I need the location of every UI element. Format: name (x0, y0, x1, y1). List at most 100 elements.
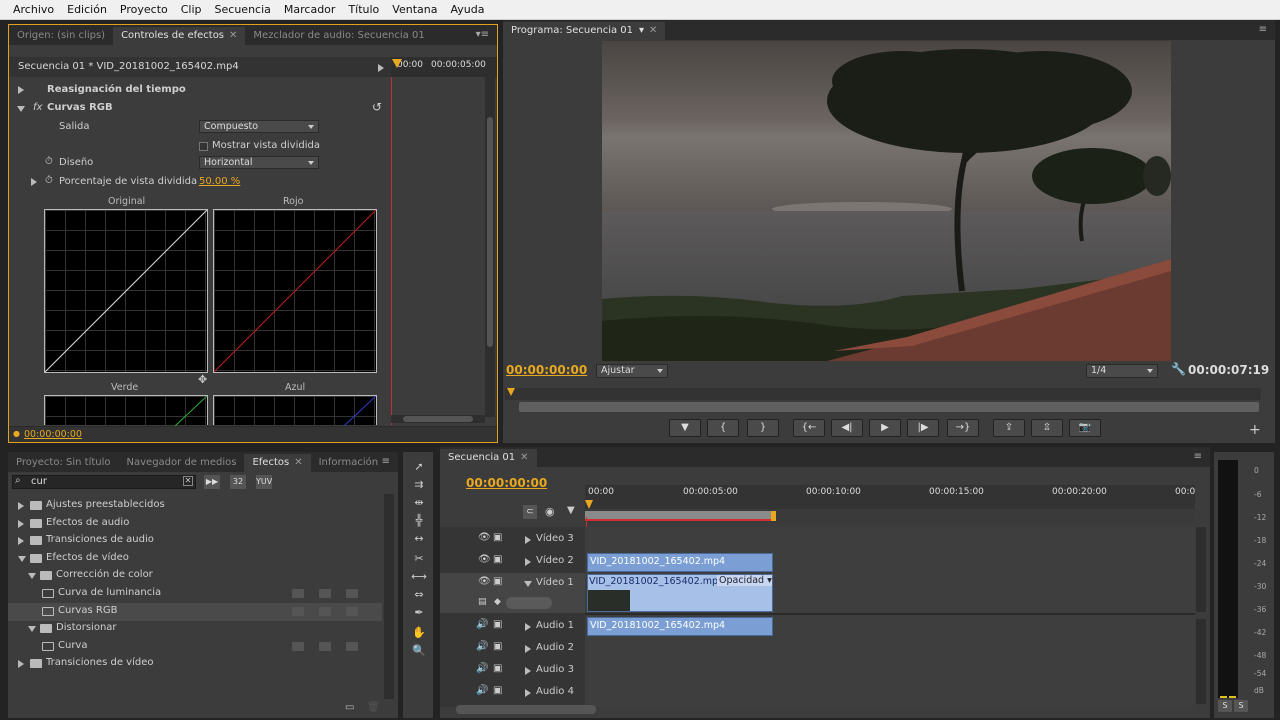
timeline-playhead-icon[interactable] (585, 500, 593, 509)
menu-secuencia[interactable]: Secuencia (215, 3, 271, 16)
tab-sequence[interactable]: Secuencia 01 ✕ (440, 449, 537, 467)
work-area-track[interactable] (585, 509, 1195, 523)
go-to-out-button[interactable]: →} (947, 419, 979, 437)
menu-ventana[interactable]: Ventana (392, 3, 437, 16)
tab-effect-controls[interactable]: Controles de efectos ✕ (113, 27, 246, 45)
speaker-icon[interactable]: 🔊 (476, 663, 488, 674)
mark-out-button[interactable]: } (747, 419, 779, 437)
delete-icon[interactable]: 🗑 (367, 702, 380, 713)
wave-icon[interactable]: ▣ (493, 663, 502, 674)
expand-arrow-icon[interactable] (18, 502, 24, 510)
tree-item[interactable]: Curva de luminancia (8, 585, 382, 603)
keyframe-nav-icon[interactable]: ◆ (494, 597, 501, 607)
eye-icon[interactable]: 👁 (478, 554, 491, 565)
rolling-edit-tool-icon[interactable]: ╬ (407, 514, 431, 530)
ec-ruler[interactable]: 00:00 00:00:05:00 (391, 57, 497, 77)
track-select-tool-icon[interactable]: ⇉ (407, 478, 431, 494)
film-icon[interactable]: ▣ (493, 576, 502, 587)
tree-item[interactable]: Corrección de color (8, 567, 382, 585)
menu-titulo[interactable]: Título (348, 3, 379, 16)
add-button-icon[interactable]: + (1249, 422, 1261, 438)
time-remap-row[interactable]: Reasignación del tiempo (9, 83, 391, 101)
go-to-in-button[interactable]: {← (793, 419, 825, 437)
menu-clip[interactable]: Clip (181, 3, 202, 16)
menu-ayuda[interactable]: Ayuda (450, 3, 484, 16)
ec-playhead-marker-icon[interactable] (392, 59, 402, 68)
rate-stretch-tool-icon[interactable]: ↔ (407, 532, 431, 548)
expand-arrow-icon[interactable] (525, 623, 531, 631)
reset-icon[interactable]: ↺ (372, 100, 382, 114)
extract-button[interactable]: ⇫ (1031, 419, 1063, 437)
keyframe-icon[interactable]: ◉ (545, 505, 555, 518)
slip-tool-icon[interactable]: ⟷ (407, 570, 431, 586)
timeline-zoom-bar[interactable] (456, 705, 596, 714)
ec-timecode[interactable]: 00:00:00:00 (24, 429, 82, 440)
panel-menu-icon[interactable]: ≡ (1259, 24, 1267, 35)
step-forward-button[interactable]: |▶ (907, 419, 939, 437)
selection-tool-icon[interactable]: ➚ (407, 460, 431, 476)
yuv-effects-icon[interactable]: YUV (256, 475, 272, 489)
slide-tool-icon[interactable]: ⇔ (407, 588, 431, 604)
split-pct-value[interactable]: 50.00 % (199, 176, 240, 187)
collapse-arrow-icon[interactable] (524, 581, 532, 587)
menu-archivo[interactable]: Archivo (13, 3, 54, 16)
collapse-arrow-icon[interactable] (28, 626, 36, 633)
speaker-icon[interactable]: 🔊 (476, 619, 488, 630)
film-icon[interactable]: ▣ (493, 532, 502, 543)
keyframe-toggle[interactable] (506, 597, 552, 609)
wave-icon[interactable]: ▣ (493, 685, 502, 696)
expand-arrow-icon[interactable] (18, 660, 24, 669)
close-icon[interactable]: ✕ (294, 457, 302, 468)
expand-arrow-icon[interactable] (18, 86, 24, 94)
collapse-arrow-icon[interactable] (17, 106, 25, 112)
chevron-down-icon[interactable]: ▾ (639, 25, 644, 36)
snap-icon[interactable]: ⊂ (523, 505, 537, 519)
menu-marcador[interactable]: Marcador (284, 3, 336, 16)
menu-edicion[interactable]: Edición (67, 3, 107, 16)
tab-media-browser[interactable]: Navegador de medios (119, 454, 245, 472)
expand-arrow-icon[interactable] (525, 667, 531, 675)
wrench-icon[interactable]: 🔧 (1171, 362, 1186, 376)
panel-menu-icon[interactable]: ≡ (1194, 451, 1202, 462)
close-icon[interactable]: ✕ (520, 452, 528, 463)
ec-scroll-thumb[interactable] (487, 117, 493, 347)
solo-right-button[interactable]: S (1234, 700, 1248, 712)
tree-item[interactable]: Efectos de vídeo (8, 550, 382, 568)
timeline-timecode[interactable]: 00:00:00:00 (466, 476, 547, 490)
eye-icon[interactable]: 👁 (478, 532, 491, 543)
expand-arrow-icon[interactable] (18, 519, 24, 528)
expand-arrow-icon[interactable] (31, 178, 37, 186)
eye-icon[interactable]: 👁 (478, 576, 491, 587)
tab-program[interactable]: Programa: Secuencia 01 ▾ ✕ (503, 22, 666, 40)
resolution-dropdown[interactable]: 1/4 (1086, 364, 1158, 378)
tree-item[interactable]: Transiciones de audio (8, 532, 382, 550)
opacity-dropdown[interactable]: Opacidad ▾ (717, 575, 772, 586)
tab-audio-mixer[interactable]: Mezclador de audio: Secuencia 01 (245, 27, 432, 45)
close-icon[interactable]: ✕ (229, 30, 237, 41)
solo-left-button[interactable]: S (1218, 700, 1232, 712)
razor-tool-icon[interactable]: ✂ (407, 552, 431, 568)
video-tracks-scrollbar[interactable] (1196, 527, 1206, 612)
program-timecode[interactable]: 00:00:00:00 (506, 363, 587, 377)
curve-grid-original[interactable] (44, 209, 208, 373)
expand-arrow-icon[interactable] (525, 645, 531, 653)
close-icon[interactable]: ✕ (649, 25, 657, 36)
export-frame-button[interactable]: 📷 (1069, 419, 1101, 437)
clear-search-icon[interactable]: ✕ (183, 476, 193, 486)
tree-item[interactable]: Curva (8, 638, 382, 656)
tree-item[interactable]: Distorsionar (8, 620, 382, 638)
step-back-button[interactable]: ◀| (831, 419, 863, 437)
expand-arrow-icon[interactable] (18, 537, 24, 546)
mark-in-button[interactable]: { (707, 419, 739, 437)
tab-project[interactable]: Proyecto: Sin título (8, 454, 119, 472)
lift-button[interactable]: ⇪ (993, 419, 1025, 437)
panel-menu-icon[interactable]: ≡ (382, 456, 390, 467)
expand-arrow-icon[interactable] (378, 64, 384, 72)
video-frame[interactable] (602, 41, 1171, 361)
marker-icon[interactable]: ▼ (567, 505, 575, 516)
split-view-checkbox[interactable] (199, 142, 208, 151)
curve-grid-verde[interactable] (44, 395, 208, 426)
tab-info[interactable]: Información (311, 454, 386, 472)
expand-arrow-icon[interactable] (525, 558, 531, 566)
track-lanes[interactable]: VID_20181002_165402.mp4 VID_20181002_165… (585, 527, 1195, 707)
